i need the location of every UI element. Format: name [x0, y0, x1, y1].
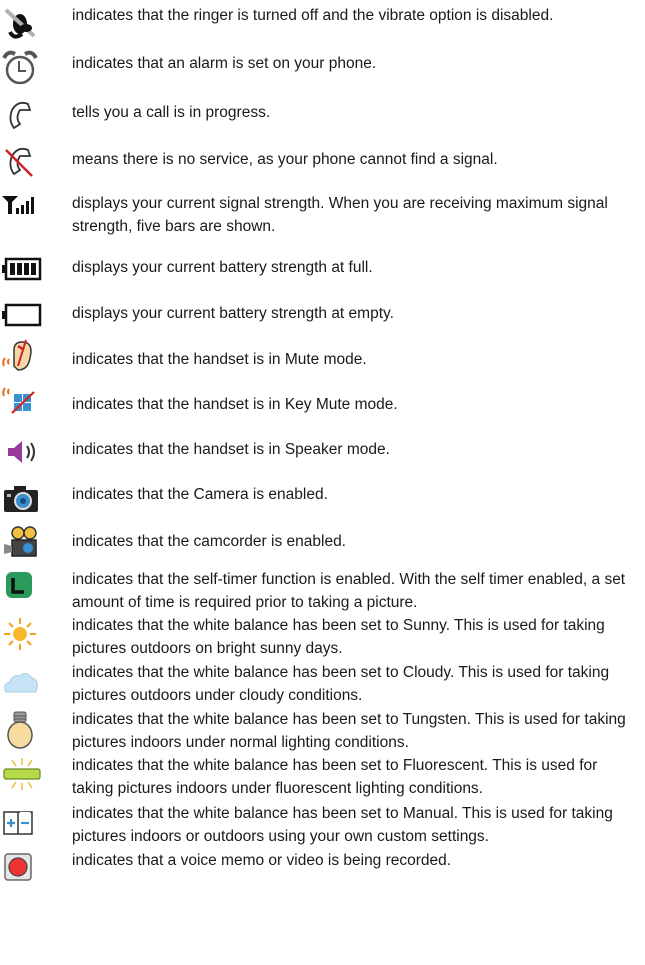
entry-text: indicates that the handset is in Mute mo…: [72, 351, 367, 368]
entry-text: displays your current battery strength a…: [72, 259, 373, 276]
white-balance-cloudy-icon: [0, 664, 44, 704]
entry-text: indicates that the camcorder is enabled.: [72, 533, 346, 550]
signal-strength-icon: [0, 188, 44, 228]
ringer-off-vibrate-off-icon: [0, 4, 44, 44]
camera-icon: [0, 478, 44, 518]
entry-text: indicates that the white balance has bee…: [72, 805, 613, 845]
entry-text: indicates that the handset is in Key Mut…: [72, 396, 398, 413]
white-balance-manual-icon: [0, 802, 44, 842]
entry-text: indicates that a voice memo or video is …: [72, 852, 452, 869]
entry-text: indicates that the white balance has bee…: [72, 757, 598, 797]
battery-empty-icon: [0, 300, 44, 340]
entry-text: indicates that the white balance has bee…: [72, 617, 605, 657]
white-balance-fluorescent-icon: [0, 754, 44, 794]
entry-text: indicates that the white balance has bee…: [72, 664, 610, 704]
entry-text: indicates that the Camera is enabled.: [72, 486, 328, 503]
entry-text: indicates that the white balance has bee…: [72, 711, 626, 751]
entry-text: means there is no service, as your phone…: [72, 151, 498, 168]
camcorder-icon: [0, 522, 44, 562]
speaker-mode-icon: [0, 432, 44, 472]
no-service-icon: [0, 142, 44, 182]
battery-full-icon: [0, 254, 44, 294]
alarm-clock-icon: [0, 48, 44, 88]
entry-text: displays your current signal strength. W…: [72, 195, 608, 235]
entry-text: indicates that the ringer is turned off …: [72, 7, 554, 24]
entry-text: tells you a call is in progress.: [72, 104, 271, 121]
white-balance-sunny-icon: [0, 614, 44, 654]
entry-text: indicates that an alarm is set on your p…: [72, 55, 377, 72]
recording-icon: [0, 848, 44, 888]
entry-text: displays your current battery strength a…: [72, 305, 394, 322]
entry-text: indicates that the self-timer function i…: [72, 571, 626, 611]
white-balance-tungsten-icon: [0, 708, 44, 749]
key-mute-mode-icon: [0, 380, 44, 420]
mute-mode-icon: [0, 336, 44, 376]
entry-text: indicates that the handset is in Speaker…: [72, 441, 390, 458]
call-in-progress-icon: [0, 96, 44, 136]
self-timer-icon: [0, 564, 44, 604]
